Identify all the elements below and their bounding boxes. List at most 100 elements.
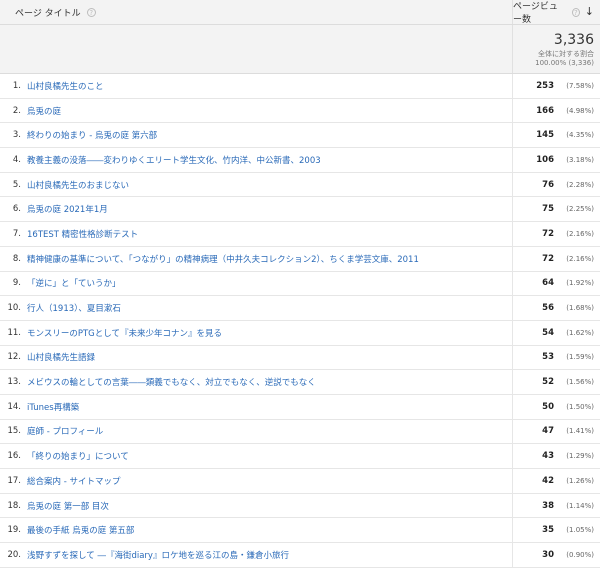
page-title-link[interactable]: iTunes再構築 bbox=[27, 401, 512, 413]
pageviews-cell: 52 (1.56%) bbox=[512, 370, 600, 394]
page-title-link[interactable]: 山村良橘先生のこと bbox=[27, 80, 512, 92]
pageviews-percentage: (1.92%) bbox=[566, 279, 594, 288]
pageviews-percentage: (2.16%) bbox=[566, 254, 594, 263]
pageviews-count: 35 bbox=[542, 525, 554, 536]
pageviews-percentage: (1.26%) bbox=[566, 476, 594, 485]
table-row: 9. 「逆に」と「ていうか」 64 (1.92%) bbox=[0, 271, 600, 297]
page-title-link[interactable]: 教養主義の没落――変わりゆくエリート学生文化、竹内洋、中公新書、2003 bbox=[27, 154, 512, 166]
page-title-link[interactable]: 烏兎の庭 第一部 目次 bbox=[27, 500, 512, 512]
pageviews-count: 52 bbox=[542, 377, 554, 388]
row-number: 19. bbox=[7, 525, 21, 536]
page-title-link[interactable]: 精神健康の基準について、「つながり」の精神病理（中井久夫コレクション2）、ちくま… bbox=[27, 253, 512, 265]
pageviews-cell: 106 (3.18%) bbox=[512, 148, 600, 172]
pageviews-percentage: (4.98%) bbox=[566, 106, 594, 115]
page-title-link[interactable]: 総合案内 - サイトマップ bbox=[27, 475, 512, 487]
summary-label: 全体に対する割合 bbox=[538, 50, 594, 58]
page-title-link[interactable]: 「逆に」と「ていうか」 bbox=[27, 277, 512, 289]
page-title-link[interactable]: 烏兎の庭 bbox=[27, 105, 512, 117]
row-number: 18. bbox=[7, 500, 21, 511]
pageviews-cell: 54 (1.62%) bbox=[512, 320, 600, 345]
table-row: 17. 総合案内 - サイトマップ 42 (1.26%) bbox=[0, 469, 600, 494]
help-icon[interactable]: ? bbox=[86, 7, 96, 17]
help-icon[interactable]: ? bbox=[571, 7, 580, 17]
page-title-link[interactable]: 庭師 - プロフィール bbox=[27, 425, 512, 437]
table-row: 2. 烏兎の庭 166 (4.98%) bbox=[0, 98, 600, 124]
table-row: 11. モンスリーのPTGとして『未来少年コナン』を見る 54 (1.62%) bbox=[0, 320, 600, 346]
pageviews-count: 42 bbox=[542, 475, 554, 486]
row-number: 16. bbox=[7, 451, 21, 462]
table-row: 10. 行人（1913）、夏目漱石 56 (1.68%) bbox=[0, 296, 600, 321]
table-row: 12. 山村良橘先生語録 53 (1.59%) bbox=[0, 345, 600, 371]
pageviews-count: 30 bbox=[542, 549, 554, 560]
row-number: 3. bbox=[12, 130, 21, 141]
table-row: 4. 教養主義の没落――変わりゆくエリート学生文化、竹内洋、中公新書、2003 10… bbox=[0, 148, 600, 173]
page-title-column-label: ページ タイトル bbox=[15, 8, 81, 19]
pageviews-cell: 53 (1.59%) bbox=[512, 345, 600, 370]
summary-total: 3,336 bbox=[553, 32, 594, 48]
pageviews-percentage: (2.28%) bbox=[566, 180, 594, 189]
page-title-link[interactable]: 終わりの始まり - 烏兎の庭 第六部 bbox=[27, 129, 512, 141]
summary-cell: 3,336 全体に対する割合 100.00% (3,336) bbox=[512, 25, 600, 73]
pageviews-count: 72 bbox=[542, 228, 554, 239]
page-title-link[interactable]: 16TEST 精密性格診断テスト bbox=[27, 228, 512, 240]
sort-descending-icon[interactable]: ↓ bbox=[585, 6, 594, 17]
table-row: 7. 16TEST 精密性格診断テスト 72 (2.16%) bbox=[0, 222, 600, 247]
table-row: 18. 烏兎の庭 第一部 目次 38 (1.14%) bbox=[0, 493, 600, 519]
pageviews-count: 47 bbox=[542, 426, 554, 437]
table-row: 8. 精神健康の基準について、「つながり」の精神病理（中井久夫コレクション2）、ち… bbox=[0, 246, 600, 272]
pageviews-count: 56 bbox=[542, 303, 554, 314]
pageviews-percentage: (1.14%) bbox=[566, 501, 594, 510]
page-title-link[interactable]: メビウスの輪としての言葉――類義でもなく、対立でもなく、逆説でもなく bbox=[27, 376, 512, 388]
pageviews-count: 38 bbox=[542, 500, 554, 511]
pageviews-cell: 72 (2.16%) bbox=[512, 246, 600, 271]
row-number: 12. bbox=[7, 352, 21, 363]
pageviews-percentage: (2.25%) bbox=[566, 205, 594, 214]
table-row: 15. 庭師 - プロフィール 47 (1.41%) bbox=[0, 419, 600, 445]
pageviews-count: 43 bbox=[542, 451, 554, 462]
pageviews-cell: 47 (1.41%) bbox=[512, 419, 600, 444]
page-title-link[interactable]: 山村良橘先生語録 bbox=[27, 351, 512, 363]
pageviews-count: 54 bbox=[542, 327, 554, 338]
table-row: 14. iTunes再構築 50 (1.50%) bbox=[0, 394, 600, 420]
pageviews-cell: 72 (2.16%) bbox=[512, 222, 600, 246]
pageviews-count: 106 bbox=[536, 154, 554, 165]
row-number: 14. bbox=[7, 401, 21, 412]
page-title-link[interactable]: 浅野すずを探して ―『海街diary』ロケ地を巡る江の島・鎌倉小旅行 bbox=[27, 549, 512, 561]
row-number: 15. bbox=[7, 426, 21, 437]
pageviews-column-header[interactable]: ページビュー数 ? ↓ bbox=[512, 0, 600, 25]
table-row: 6. 烏兎の庭 2021年1月 75 (2.25%) bbox=[0, 197, 600, 223]
pageviews-percentage: (3.18%) bbox=[566, 155, 594, 164]
page-title-link[interactable]: 行人（1913）、夏目漱石 bbox=[27, 302, 512, 314]
pageviews-percentage: (1.05%) bbox=[566, 526, 594, 535]
pageviews-count: 75 bbox=[542, 204, 554, 215]
row-number: 2. bbox=[12, 105, 21, 116]
table-header: ページ タイトル ? ページビュー数 ? ↓ bbox=[0, 0, 600, 25]
page-title-column-header[interactable]: ページ タイトル ? bbox=[0, 0, 512, 24]
page-title-link[interactable]: 烏兎の庭 2021年1月 bbox=[27, 203, 512, 215]
table-row: 16. 「終りの始まり」について 43 (1.29%) bbox=[0, 444, 600, 469]
row-number: 17. bbox=[7, 475, 21, 486]
pageviews-cell: 145 (4.35%) bbox=[512, 123, 600, 148]
pageviews-cell: 166 (4.98%) bbox=[512, 98, 600, 123]
table-body: 1. 山村良橘先生のこと 253 (7.58%) 2. 烏兎の庭 166 (4.98%) 3. 終… bbox=[0, 74, 600, 568]
row-number: 20. bbox=[7, 549, 21, 560]
pageviews-count: 50 bbox=[542, 401, 554, 412]
pageviews-cell: 43 (1.29%) bbox=[512, 444, 600, 468]
summary-row: 3,336 全体に対する割合 100.00% (3,336) bbox=[0, 25, 600, 74]
table-row: 1. 山村良橘先生のこと 253 (7.58%) bbox=[0, 74, 600, 99]
pageviews-percentage: (1.68%) bbox=[566, 304, 594, 313]
pageviews-cell: 30 (0.90%) bbox=[512, 543, 600, 567]
page-title-link[interactable]: 山村良橘先生のおまじない bbox=[27, 179, 512, 191]
table-row: 5. 山村良橘先生のおまじない 76 (2.28%) bbox=[0, 172, 600, 198]
row-number: 13. bbox=[7, 377, 21, 388]
page-title-link[interactable]: 「終りの始まり」について bbox=[27, 450, 512, 462]
pageviews-percentage: (1.41%) bbox=[566, 427, 594, 436]
row-number: 6. bbox=[12, 204, 21, 215]
pageviews-cell: 56 (1.68%) bbox=[512, 296, 600, 320]
row-number: 11. bbox=[7, 327, 21, 338]
pageviews-percentage: (1.50%) bbox=[566, 402, 594, 411]
page-title-link[interactable]: 最後の手紙 烏兎の庭 第五部 bbox=[27, 524, 512, 536]
pageviews-percentage: (1.62%) bbox=[566, 328, 594, 337]
row-number: 8. bbox=[12, 253, 21, 264]
page-title-link[interactable]: モンスリーのPTGとして『未来少年コナン』を見る bbox=[27, 327, 512, 339]
